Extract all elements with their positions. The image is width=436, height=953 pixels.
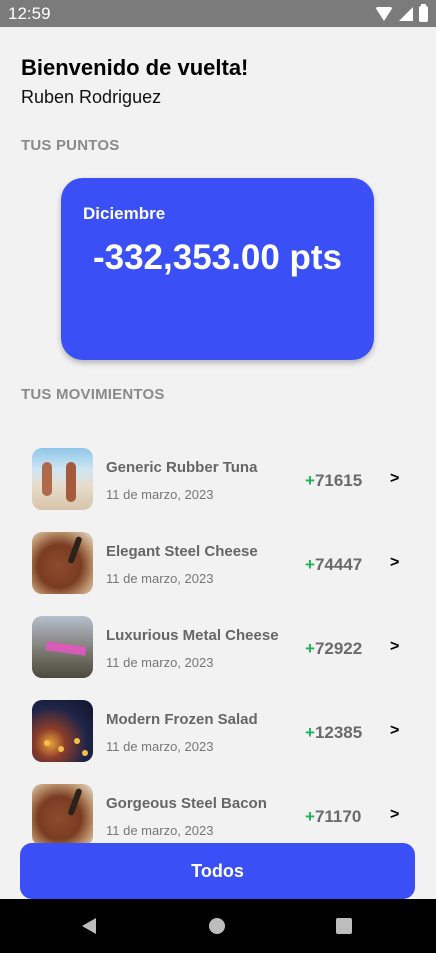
movement-thumbnail (32, 532, 93, 594)
chevron-right-icon[interactable]: > (390, 638, 399, 656)
movements-section-label: TUS MOVIMIENTOS (21, 386, 165, 403)
amount-sign: + (305, 723, 315, 742)
amount-value: 71615 (314, 471, 363, 490)
amount-sign: + (305, 807, 315, 826)
movement-amount: +72922 (305, 639, 362, 659)
movement-thumbnail (32, 448, 93, 510)
points-card[interactable]: Diciembre -332,353.00 pts (61, 178, 374, 360)
movement-title: Elegant Steel Cheese (106, 543, 258, 560)
signal-icon (399, 6, 413, 21)
status-time: 12:59 (8, 3, 51, 23)
system-nav-bar (0, 899, 436, 953)
amount-value: 72922 (314, 639, 363, 658)
movement-title: Generic Rubber Tuna (106, 459, 258, 476)
chevron-right-icon[interactable]: > (390, 554, 399, 572)
wifi-icon (375, 6, 393, 21)
amount-sign: + (305, 639, 315, 658)
movement-title: Modern Frozen Salad (106, 711, 258, 728)
movement-title: Luxurious Metal Cheese (106, 627, 279, 644)
battery-icon (419, 3, 428, 22)
movement-date: 11 de marzo, 2023 (106, 739, 214, 754)
recents-icon[interactable] (336, 918, 352, 934)
movement-thumbnail (32, 700, 93, 762)
status-icons (375, 3, 428, 22)
movements-list[interactable]: Generic Rubber Tuna 11 de marzo, 2023 +7… (0, 440, 436, 844)
movement-thumbnail (32, 616, 93, 678)
movement-date: 11 de marzo, 2023 (106, 655, 214, 670)
movement-date: 11 de marzo, 2023 (106, 823, 214, 838)
chevron-right-icon[interactable]: > (390, 470, 399, 488)
amount-value: 74447 (314, 555, 363, 574)
movement-date: 11 de marzo, 2023 (106, 571, 214, 586)
filter-all-button[interactable]: Todos (20, 843, 415, 899)
movement-amount: +74447 (305, 555, 362, 575)
movement-item[interactable]: Luxurious Metal Cheese 11 de marzo, 2023… (0, 608, 436, 678)
movement-amount: +71615 (305, 471, 362, 491)
user-name: Ruben Rodriguez (21, 87, 162, 107)
movement-item[interactable]: Elegant Steel Cheese 11 de marzo, 2023 +… (0, 524, 436, 594)
back-icon[interactable] (82, 918, 96, 934)
movement-title: Gorgeous Steel Bacon (106, 795, 267, 812)
points-value: -332,353.00 pts (92, 238, 343, 277)
movement-date: 11 de marzo, 2023 (106, 487, 214, 502)
movement-amount: +71170 (305, 807, 361, 827)
movement-item[interactable]: Generic Rubber Tuna 11 de marzo, 2023 +7… (0, 440, 436, 510)
amount-value: 71170 (314, 807, 362, 826)
chevron-right-icon[interactable]: > (390, 806, 399, 824)
status-bar: 12:59 (0, 0, 436, 27)
movement-item[interactable]: Modern Frozen Salad 11 de marzo, 2023 +1… (0, 692, 436, 762)
movement-amount: +12385 (305, 723, 362, 743)
movement-item[interactable]: Gorgeous Steel Bacon 11 de marzo, 2023 +… (0, 776, 436, 844)
home-icon[interactable] (209, 918, 225, 934)
chevron-right-icon[interactable]: > (390, 722, 399, 740)
points-month: Diciembre (83, 204, 166, 223)
amount-sign: + (305, 471, 315, 490)
movement-thumbnail (32, 784, 93, 844)
points-section-label: TUS PUNTOS (21, 137, 120, 154)
greeting-title: Bienvenido de vuelta! (21, 55, 249, 80)
amount-value: 12385 (314, 723, 363, 742)
amount-sign: + (305, 555, 315, 574)
